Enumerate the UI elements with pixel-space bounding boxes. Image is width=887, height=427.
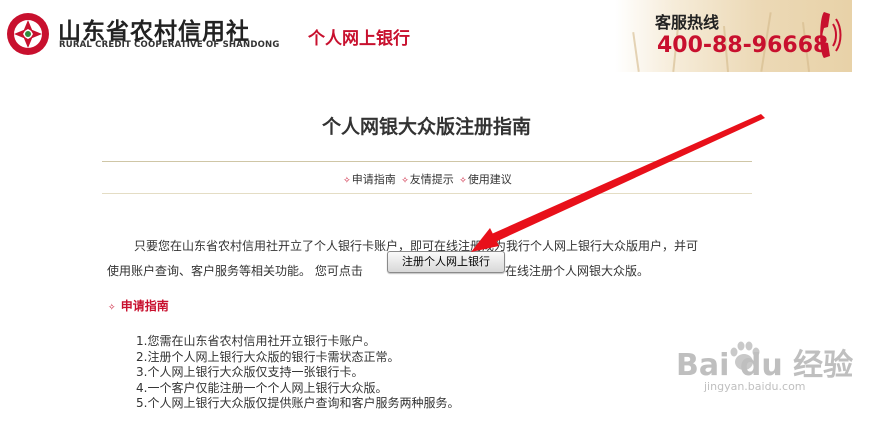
watermark-url: jingyan.baidu.com [704,380,806,393]
watermark-main: Bai du 经验 [676,348,854,383]
